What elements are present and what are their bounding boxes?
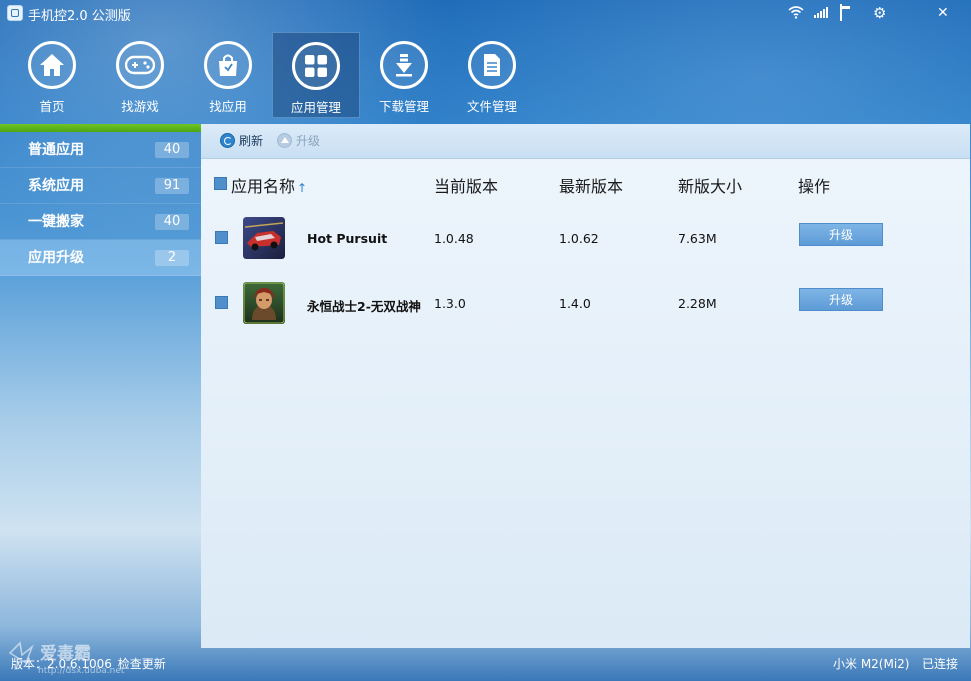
new-size: 7.63M xyxy=(678,231,717,246)
connection-status: 已连接 xyxy=(922,657,959,671)
document-icon xyxy=(468,41,516,89)
app-window: 手机控2.0 公测版 ⚙ ✕ 首页 找游戏 找应用 应用管理 下载管理 文件管理… xyxy=(0,0,971,681)
upgrade-all-button[interactable]: 升级 xyxy=(277,133,320,149)
nav-home[interactable]: 首页 xyxy=(8,32,96,118)
racing-car-app-icon xyxy=(243,217,285,259)
sidebar-item-normal-apps[interactable]: 普通应用 40 xyxy=(0,132,201,168)
header-app-name-label: 应用名称 xyxy=(231,177,296,196)
apps-grid-icon xyxy=(292,42,340,90)
nav-find-games[interactable]: 找游戏 xyxy=(96,32,184,118)
refresh-label: 刷新 xyxy=(239,134,264,148)
latest-version: 1.0.62 xyxy=(559,231,599,246)
sidebar-item-count: 40 xyxy=(155,142,189,158)
version-text: 版本：2.0.6.1006 检查更新 xyxy=(11,655,166,672)
battery-icon xyxy=(840,4,858,21)
gear-icon[interactable]: ⚙ xyxy=(873,5,889,21)
home-icon xyxy=(28,41,76,89)
nav-file-management-label: 文件管理 xyxy=(466,99,517,114)
nav-download-management[interactable]: 下载管理 xyxy=(360,32,448,118)
upgrade-button[interactable]: 升级 xyxy=(799,288,883,311)
upgrade-button[interactable]: 升级 xyxy=(799,223,883,246)
nav-find-apps-label: 找应用 xyxy=(209,99,247,114)
refresh-icon xyxy=(220,133,235,148)
select-all-checkbox[interactable] xyxy=(214,177,227,190)
header-current-version: 当前版本 xyxy=(434,177,499,196)
nav-download-management-label: 下载管理 xyxy=(378,99,429,114)
sidebar-item-label: 应用升级 xyxy=(28,250,84,266)
header-new-size: 新版大小 xyxy=(678,177,743,196)
sidebar: 普通应用 40 系统应用 91 一键搬家 40 应用升级 2 xyxy=(0,124,201,648)
shopping-bag-icon xyxy=(204,41,252,89)
sidebar-accent-bar xyxy=(0,124,201,132)
app-name: 永恒战士2-无双战神 xyxy=(307,299,421,314)
signal-icon xyxy=(814,5,828,21)
gamepad-icon xyxy=(116,41,164,89)
window-title: 手机控2.0 公测版 xyxy=(28,9,131,24)
header-latest-version: 最新版本 xyxy=(559,177,624,196)
sidebar-item-count: 40 xyxy=(155,214,189,230)
download-icon xyxy=(380,41,428,89)
app-name: Hot Pursuit xyxy=(307,231,388,246)
nav-find-apps[interactable]: 找应用 xyxy=(184,32,272,118)
app-logo-icon xyxy=(7,5,23,21)
nav-find-games-label: 找游戏 xyxy=(121,99,159,114)
sidebar-item-label: 一键搬家 xyxy=(28,214,84,230)
table-header: 应用名称 ↑ 当前版本 最新版本 新版大小 操作 xyxy=(201,172,970,196)
status-bar: 版本：2.0.6.1006 检查更新 小米 M2(Mi2) 已连接 xyxy=(0,648,971,681)
sidebar-item-app-upgrade[interactable]: 应用升级 2 xyxy=(0,240,201,276)
sidebar-item-label: 系统应用 xyxy=(28,178,84,194)
sidebar-item-system-apps[interactable]: 系统应用 91 xyxy=(0,168,201,204)
sidebar-item-count: 2 xyxy=(155,250,189,266)
table-row: Hot Pursuit 1.0.48 1.0.62 7.63M 升级 xyxy=(201,217,970,271)
nav-app-management[interactable]: 应用管理 xyxy=(272,32,360,118)
main-content: 刷新 升级 应用名称 ↑ 当前版本 最新版本 新版大小 操作 Hot Pursu… xyxy=(201,124,970,648)
current-version: 1.0.48 xyxy=(434,231,474,246)
device-name: 小米 M2(Mi2) xyxy=(833,657,910,671)
upgrade-icon xyxy=(277,133,292,148)
close-icon[interactable]: ✕ xyxy=(937,5,951,21)
title-bar: 手机控2.0 公测版 ⚙ ✕ xyxy=(0,0,971,26)
header-app-name[interactable]: 应用名称 ↑ xyxy=(231,173,307,197)
sidebar-item-label: 普通应用 xyxy=(28,142,84,158)
toolbar: 刷新 升级 xyxy=(201,124,970,159)
sidebar-item-one-click-move[interactable]: 一键搬家 40 xyxy=(0,204,201,240)
refresh-button[interactable]: 刷新 xyxy=(220,133,263,149)
nav-home-label: 首页 xyxy=(39,99,65,114)
sort-ascending-icon: ↑ xyxy=(297,181,308,195)
new-size: 2.28M xyxy=(678,296,717,311)
version-label: 版本：2.0.6.1006 xyxy=(11,657,112,671)
check-update-link[interactable]: 检查更新 xyxy=(118,657,166,671)
minimize-icon[interactable] xyxy=(904,5,918,21)
warrior-app-icon xyxy=(243,282,285,324)
current-version: 1.3.0 xyxy=(434,296,466,311)
nav-file-management[interactable]: 文件管理 xyxy=(448,32,536,118)
header-action: 操作 xyxy=(798,177,831,196)
wifi-icon xyxy=(788,5,804,21)
latest-version: 1.4.0 xyxy=(559,296,591,311)
sidebar-item-count: 91 xyxy=(155,178,189,194)
row-checkbox[interactable] xyxy=(215,296,228,309)
upgrade-all-label: 升级 xyxy=(296,134,321,148)
row-checkbox[interactable] xyxy=(215,231,228,244)
table-row: 永恒战士2-无双战神 1.3.0 1.4.0 2.28M 升级 xyxy=(201,282,970,336)
nav-app-management-label: 应用管理 xyxy=(290,100,341,115)
